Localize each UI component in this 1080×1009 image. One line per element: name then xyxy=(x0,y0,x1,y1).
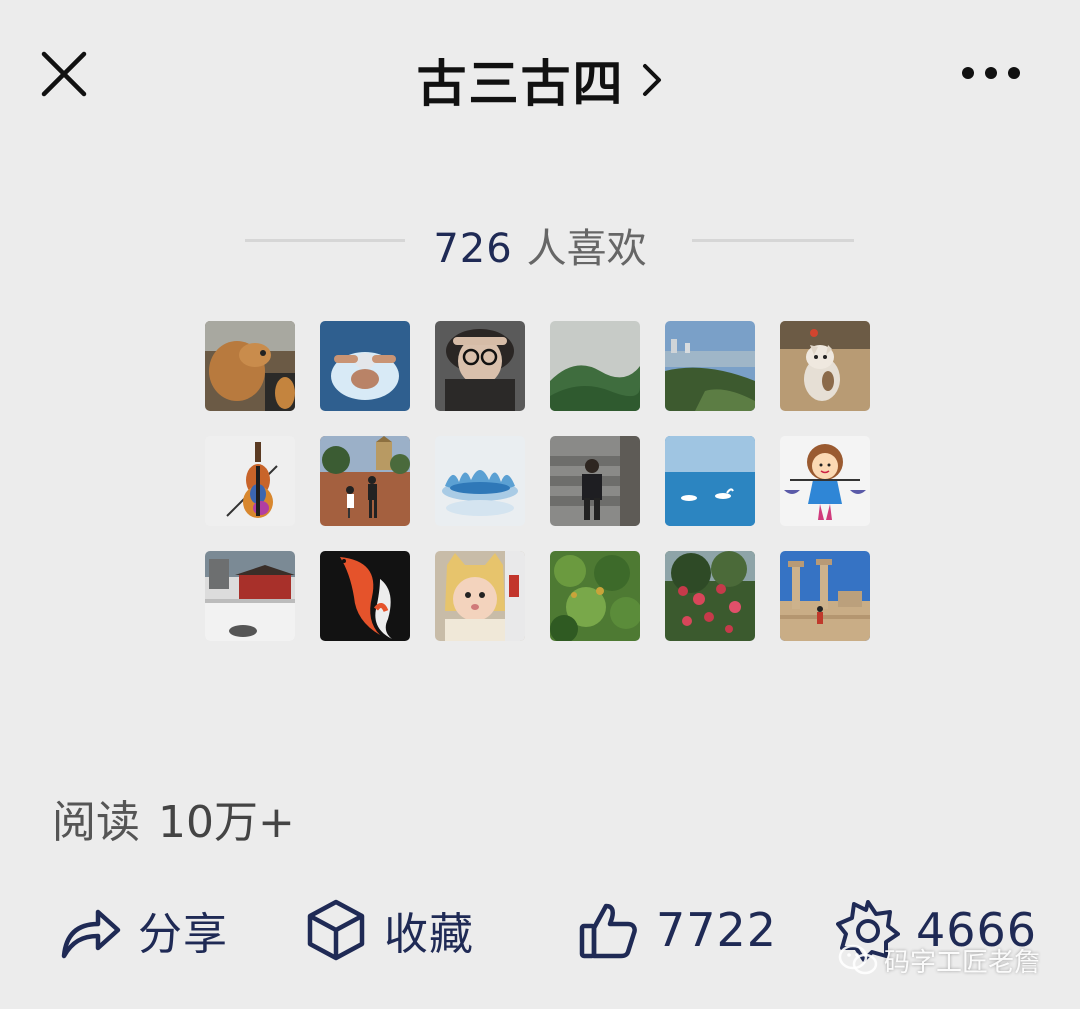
account-title: 古三古四 xyxy=(416,55,625,113)
share-arrow-icon xyxy=(61,909,121,959)
thumbs-up-icon xyxy=(579,903,637,959)
cube-icon xyxy=(307,899,365,961)
likes-count: 726 xyxy=(433,226,513,272)
avatar-red-flowers[interactable] xyxy=(665,551,755,641)
avatar-river-city[interactable] xyxy=(665,321,755,411)
avatar-sea-swans[interactable] xyxy=(665,436,755,526)
like-button[interactable]: 7722 xyxy=(576,890,777,970)
avatar-ruins-columns[interactable] xyxy=(780,551,870,641)
avatar-woman-glasses[interactable] xyxy=(435,321,525,411)
top-bar: 古三古四 xyxy=(0,0,1080,150)
avatar-swimmer[interactable] xyxy=(320,321,410,411)
wechat-icon xyxy=(838,944,878,975)
avatar-dog[interactable] xyxy=(205,321,295,411)
read-count-label: 阅读 xyxy=(52,797,140,848)
avatar-green-hills[interactable] xyxy=(550,321,640,411)
avatar-green-plants[interactable] xyxy=(550,551,640,641)
avatar-snowy-palace[interactable] xyxy=(205,551,295,641)
share-button[interactable]: 分享 xyxy=(58,890,228,970)
read-count-value: 10万+ xyxy=(158,797,295,848)
avatar-cartoon-girl-scale[interactable] xyxy=(780,436,870,526)
more-dots-icon[interactable] xyxy=(958,60,1024,86)
watermark: 码字工匠老詹 xyxy=(838,942,1040,978)
avatar-koi-fish[interactable] xyxy=(320,551,410,641)
like-count: 7722 xyxy=(656,903,778,957)
avatar-water-splash[interactable] xyxy=(435,436,525,526)
avatar-man-on-stairs[interactable] xyxy=(550,436,640,526)
divider xyxy=(692,239,854,242)
likes-label: 人喜欢 xyxy=(526,226,647,272)
chevron-right-icon xyxy=(642,64,661,96)
likes-summary: 726 人喜欢 xyxy=(0,210,1080,272)
avatar-street-walkers[interactable] xyxy=(320,436,410,526)
share-label: 分享 xyxy=(138,909,228,960)
read-count: 阅读 10万+ xyxy=(52,786,295,850)
watermark-text: 码字工匠老詹 xyxy=(884,947,1041,978)
account-title-link[interactable]: 古三古四 xyxy=(0,44,1080,116)
avatar-cat[interactable] xyxy=(780,321,870,411)
favorite-button[interactable]: 收藏 xyxy=(304,890,474,970)
avatar-baby-hat[interactable] xyxy=(435,551,525,641)
favorite-label: 收藏 xyxy=(384,909,474,960)
avatar-violin[interactable] xyxy=(205,436,295,526)
